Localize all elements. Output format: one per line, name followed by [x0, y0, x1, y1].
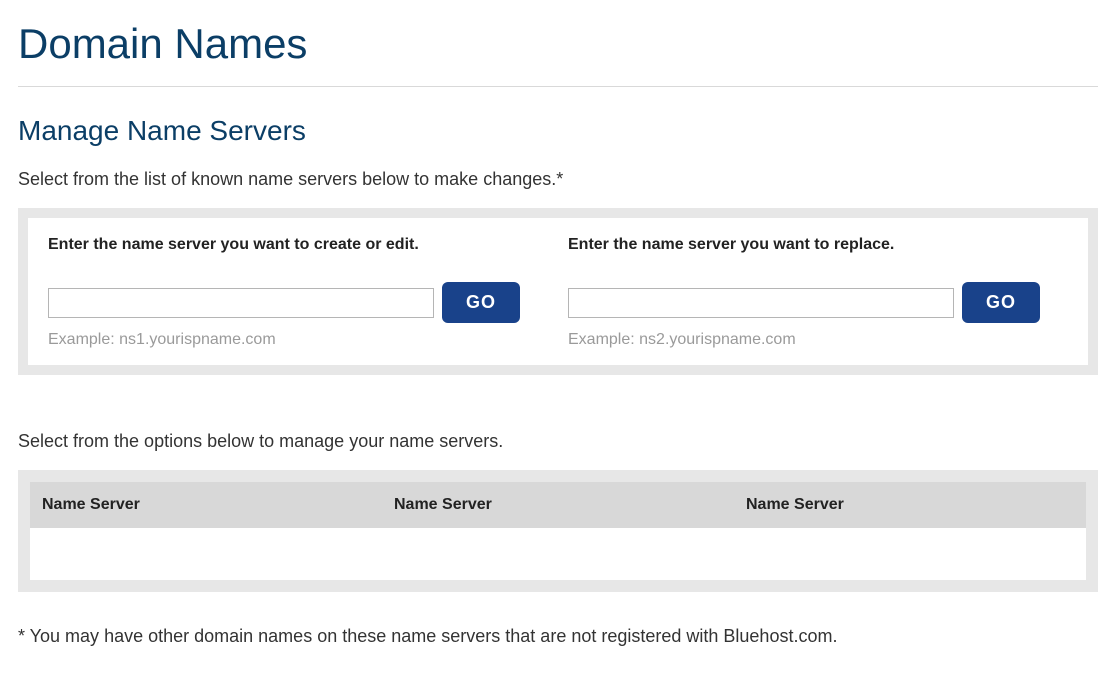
form-panel: Enter the name server you want to create… — [18, 208, 1098, 375]
create-edit-input[interactable] — [48, 288, 434, 318]
table-panel: Name Server Name Server Name Server — [18, 470, 1098, 592]
replace-column: Enter the name server you want to replac… — [568, 236, 1068, 349]
replace-input[interactable] — [568, 288, 954, 318]
intro-text: Select from the list of known name serve… — [18, 169, 1098, 190]
replace-example: Example: ns2.yourispname.com — [568, 331, 1068, 349]
create-edit-column: Enter the name server you want to create… — [48, 236, 548, 349]
section-title: Manage Name Servers — [18, 115, 1098, 147]
form-inner: Enter the name server you want to create… — [28, 218, 1088, 365]
table-cell — [734, 528, 1086, 580]
footnote: * You may have other domain names on the… — [18, 626, 1098, 647]
replace-go-button[interactable]: GO — [962, 282, 1040, 323]
table-cell — [30, 528, 382, 580]
table-row — [30, 528, 1086, 580]
table-header-3: Name Server — [734, 482, 1086, 528]
replace-label: Enter the name server you want to replac… — [568, 236, 1068, 254]
page-title: Domain Names — [18, 20, 1098, 87]
table-header-2: Name Server — [382, 482, 734, 528]
table-header-1: Name Server — [30, 482, 382, 528]
table-cell — [382, 528, 734, 580]
create-edit-label: Enter the name server you want to create… — [48, 236, 548, 254]
create-edit-go-button[interactable]: GO — [442, 282, 520, 323]
create-edit-row: GO — [48, 282, 548, 323]
table-header-row: Name Server Name Server Name Server — [30, 482, 1086, 528]
create-edit-example: Example: ns1.yourispname.com — [48, 331, 548, 349]
name-server-table: Name Server Name Server Name Server — [30, 482, 1086, 580]
replace-row: GO — [568, 282, 1068, 323]
options-intro: Select from the options below to manage … — [18, 431, 1098, 452]
